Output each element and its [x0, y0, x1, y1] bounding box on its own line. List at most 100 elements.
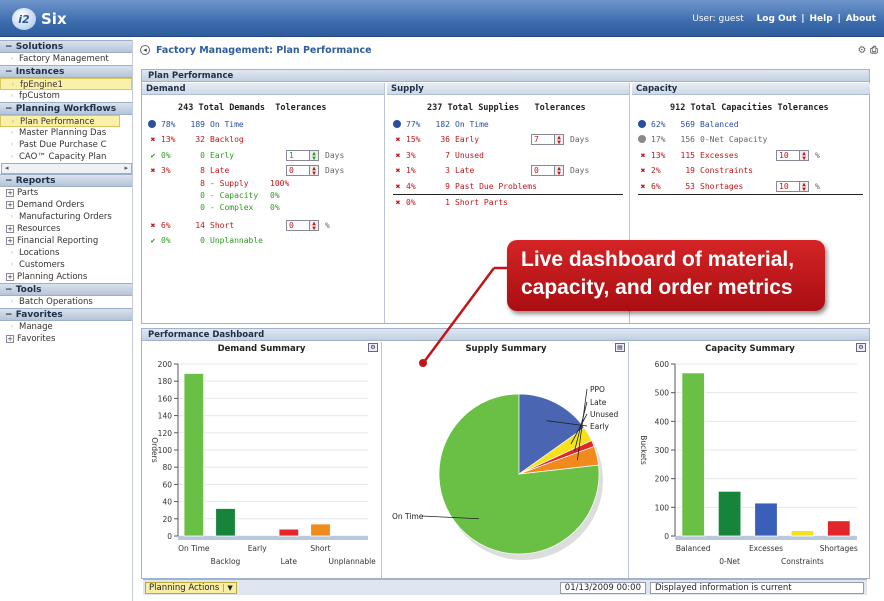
- stepper-arrows-icon: ▲ ▼: [555, 133, 564, 145]
- supply-row-early[interactable]: ✖ 15% 36 Early 7 ▲ ▼ Days: [393, 133, 589, 145]
- dashboard-title: Performance Dashboard: [142, 329, 869, 341]
- supply-row-ontime[interactable]: 77% 182 On Time: [393, 118, 489, 130]
- y-tick-label: 0: [167, 532, 172, 541]
- x-tick-label: Excesses: [749, 544, 783, 553]
- sidebar-item-factory-management[interactable]: ◦ Factory Management: [0, 53, 132, 65]
- capacity-row-balanced[interactable]: 62% 569 Balanced: [638, 118, 739, 130]
- sidebar-item-customers[interactable]: ◦ Customers: [0, 259, 132, 271]
- capacity-row-shortages[interactable]: ✖ 6% 53 Shortages 10 ▲ ▼%: [638, 180, 820, 192]
- supply-row-short-parts[interactable]: ✖ 0% 1 Short Parts: [393, 196, 508, 208]
- stepper-arrows-icon: ▲ ▼: [800, 149, 809, 161]
- planning-actions-dropdown[interactable]: Planning Actions ▼: [145, 581, 237, 594]
- demand-row-late-complex[interactable]: 0- Complex 0%: [187, 201, 279, 213]
- sidebar-item-demand-orders[interactable]: + Demand Orders: [0, 199, 132, 211]
- sidebar-item-planning-actions[interactable]: + Planning Actions: [0, 271, 132, 283]
- chart-options-icon[interactable]: ⚙: [368, 343, 378, 352]
- logo-mark: i2: [12, 8, 36, 30]
- sidebar-item-locations[interactable]: ◦ Locations: [0, 247, 132, 259]
- early-days-stepper[interactable]: 1 ▲ ▼: [286, 149, 319, 161]
- capacity-row-constraints[interactable]: ✖ 2% 19 Constraints: [638, 164, 753, 176]
- status-message: Displayed information is current: [650, 581, 864, 594]
- back-icon[interactable]: ◂: [140, 45, 150, 55]
- sidebar-item-plan-performance[interactable]: ◦ Plan Performance: [0, 115, 120, 127]
- sidebar-item-cao-capacity[interactable]: ◦ CAO™ Capacity Plan: [0, 151, 120, 163]
- capacity-row-onet[interactable]: 17% 156 0-Net Capacity: [638, 133, 767, 145]
- y-tick-label: 600: [655, 360, 670, 369]
- scroll-right-icon[interactable]: ▸: [124, 164, 128, 173]
- bar: [215, 508, 236, 537]
- demand-chart-title: Demand Summary: [217, 344, 306, 354]
- y-tick-label: 100: [655, 503, 670, 512]
- x-tick-label: 0-Net: [719, 557, 740, 566]
- supply-row-late[interactable]: ✖ 1% 3 Late 0 ▲ ▼ Days: [393, 164, 589, 176]
- callout-line-1: Live dashboard of material,: [521, 248, 795, 271]
- chart-options-icon[interactable]: ⚙: [856, 343, 866, 352]
- sidebar-section-favorites[interactable]: − Favorites: [0, 308, 132, 321]
- plan-performance-title: Plan Performance: [142, 70, 869, 82]
- capacity-chart-title: Capacity Summary: [705, 344, 795, 354]
- chart-options-icon[interactable]: ▤: [615, 343, 625, 352]
- sidebar-section-workflows[interactable]: − Planning Workflows: [0, 102, 132, 115]
- sidebar-item-past-due-purchase[interactable]: ◦ Past Due Purchase C: [0, 139, 120, 151]
- capacity-row-excesses[interactable]: ✖ 13% 115 Excesses 10 ▲ ▼%: [638, 149, 820, 161]
- sidebar-item-master-planning[interactable]: ◦ Master Planning Das: [0, 127, 120, 139]
- supply-late-stepper[interactable]: 0 ▲ ▼: [531, 164, 564, 176]
- scroll-left-icon[interactable]: ◂: [5, 164, 9, 173]
- x-icon: ✖: [640, 181, 646, 191]
- print-icon[interactable]: ⎙: [870, 45, 878, 56]
- check-icon: ✔: [150, 235, 156, 245]
- sidebar-item-resources[interactable]: + Resources: [0, 223, 132, 235]
- demand-row-late-supply[interactable]: 8- Supply 100%: [187, 177, 289, 189]
- expand-icon[interactable]: +: [6, 225, 14, 233]
- sidebar-hscrollbar[interactable]: ◂ ▸: [1, 163, 132, 174]
- x-icon: ✖: [640, 150, 646, 160]
- sidebar-section-tools[interactable]: − Tools: [0, 283, 132, 296]
- chevron-down-icon[interactable]: ▼: [223, 583, 233, 592]
- demand-row-late[interactable]: ✖ 3% 8 Late 0 ▲ ▼ Days: [148, 164, 344, 176]
- help-link[interactable]: Help: [809, 14, 832, 24]
- demand-row-unplannable[interactable]: ✔ 0% 0 Unplannable: [148, 234, 263, 246]
- settings-icon[interactable]: ⚙: [858, 45, 867, 56]
- sidebar-item-parts[interactable]: + Parts: [0, 187, 132, 199]
- bar: [681, 372, 705, 537]
- expand-icon[interactable]: +: [6, 237, 14, 245]
- demand-row-early[interactable]: ✔ 0% 0 Early 1 ▲ ▼ Days: [148, 149, 344, 161]
- logout-link[interactable]: Log Out: [757, 14, 797, 24]
- expand-icon[interactable]: +: [6, 335, 14, 343]
- late-days-stepper[interactable]: 0 ▲ ▼: [286, 164, 319, 176]
- sidebar-item-batch-operations[interactable]: ◦ Batch Operations: [0, 296, 132, 308]
- expand-icon[interactable]: +: [6, 189, 14, 197]
- demand-row-ontime[interactable]: 78% 189 On Time: [148, 118, 244, 130]
- shortages-stepper[interactable]: 10 ▲ ▼: [776, 180, 809, 192]
- slice-label: PPO: [590, 385, 605, 394]
- supply-row-past-due[interactable]: ✖ 4% 9 Past Due Problems: [393, 180, 537, 192]
- demand-totals: 243 Total Demands Tolerances: [178, 103, 327, 113]
- excesses-stepper[interactable]: 10 ▲ ▼: [776, 149, 809, 161]
- x-tick-label: Backlog: [211, 557, 241, 566]
- x-tick-label: Constraints: [781, 557, 824, 566]
- sidebar-item-manage[interactable]: ◦ Manage: [0, 321, 132, 333]
- supply-row-unused[interactable]: ✖ 3% 7 Unused: [393, 149, 484, 161]
- sidebar-item-fpcustom[interactable]: ◦ fpCustom: [0, 90, 132, 102]
- demand-row-backlog[interactable]: ✖ 13% 32 Backlog: [148, 133, 244, 145]
- x-tick-label: Balanced: [676, 544, 711, 553]
- sidebar-item-financial-reporting[interactable]: + Financial Reporting: [0, 235, 132, 247]
- y-axis-label: Orders: [150, 437, 159, 462]
- x-axis-base: [178, 536, 368, 540]
- y-tick-label: 500: [655, 389, 670, 398]
- slice-label: Late: [590, 398, 607, 407]
- demand-row-short[interactable]: ✖ 6% 14 Short 0 ▲ ▼%: [148, 219, 330, 231]
- sidebar-section-reports[interactable]: − Reports: [0, 174, 132, 187]
- short-pct-stepper[interactable]: 0 ▲ ▼: [286, 219, 319, 231]
- expand-icon[interactable]: +: [6, 273, 14, 281]
- sidebar-section-instances[interactable]: − Instances: [0, 65, 132, 78]
- sidebar-item-favorites[interactable]: + Favorites: [0, 333, 132, 345]
- stepper-arrows-icon: ▲ ▼: [310, 164, 319, 176]
- demand-row-late-capacity[interactable]: 0- Capacity 0%: [187, 189, 279, 201]
- about-link[interactable]: About: [846, 14, 876, 24]
- sidebar-item-manufacturing-orders[interactable]: ◦ Manufacturing Orders: [0, 211, 132, 223]
- supply-early-stepper[interactable]: 7 ▲ ▼: [531, 133, 564, 145]
- expand-icon[interactable]: +: [6, 201, 14, 209]
- sidebar-item-fpengine1[interactable]: ◦ fpEngine1: [0, 78, 132, 90]
- sidebar-section-solutions[interactable]: − Solutions: [0, 40, 132, 53]
